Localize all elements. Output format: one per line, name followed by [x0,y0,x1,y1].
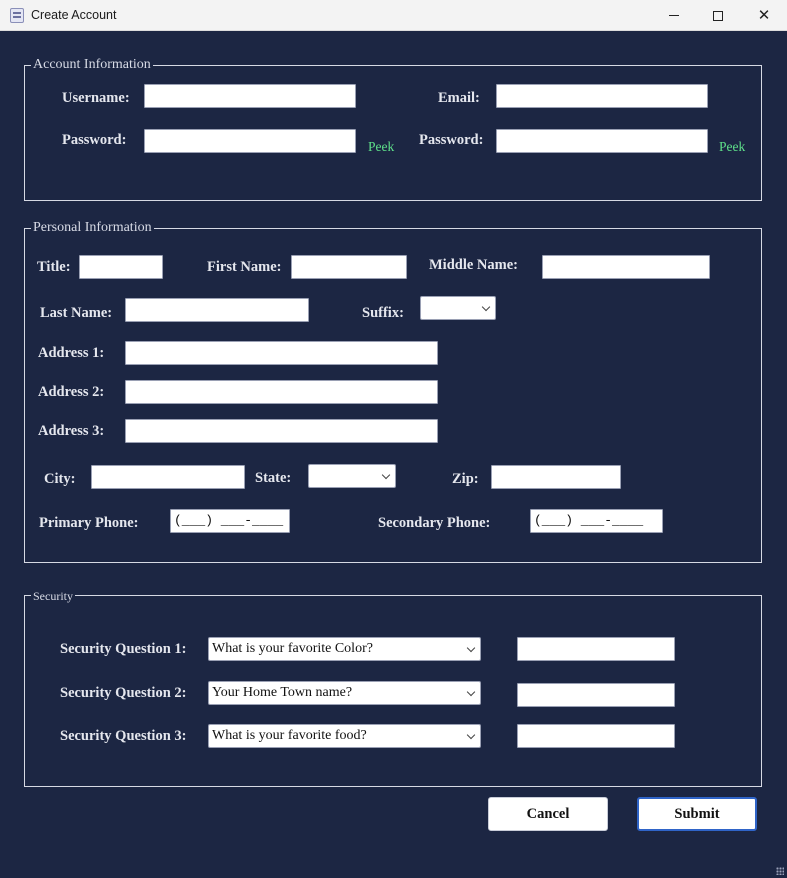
password-field[interactable] [144,129,356,153]
state-select[interactable] [308,464,396,488]
chevron-down-icon [466,643,476,653]
address3-field[interactable] [125,419,438,443]
security-answer-1-field[interactable] [517,637,675,661]
zip-field[interactable] [491,465,621,489]
primary-phone-field[interactable]: (___) ___-____ [170,509,290,533]
chevron-down-icon [381,470,391,480]
city-label: City: [44,471,76,487]
close-icon: ✕ [757,6,771,24]
primary-phone-label: Primary Phone: [39,515,139,531]
middle-name-label: Middle Name: [429,257,518,273]
chevron-down-icon [481,302,491,312]
email-label: Email: [438,90,480,106]
security-question-2-label: Security Question 2: [60,685,187,701]
security-question-1-label: Security Question 1: [60,641,187,657]
chevron-down-icon [466,687,476,697]
last-name-field[interactable] [125,298,309,322]
chevron-down-icon [466,730,476,740]
middle-name-field[interactable] [542,255,710,279]
security-question-2-select[interactable]: Your Home Town name? [208,681,481,705]
account-information-legend: Account Information [31,57,153,73]
close-button[interactable]: ✕ [741,0,787,31]
secondary-phone-field[interactable]: (___) ___-____ [530,509,663,533]
security-legend: Security [31,588,75,604]
address3-label: Address 3: [38,423,105,439]
state-label: State: [255,470,292,486]
address1-label: Address 1: [38,345,105,361]
username-field[interactable] [144,84,356,108]
security-answer-2-field[interactable] [517,683,675,707]
last-name-label: Last Name: [40,305,113,321]
security-question-1-select[interactable]: What is your favorite Color? [208,637,481,661]
resize-grip-icon[interactable] [776,867,784,875]
city-field[interactable] [91,465,245,489]
app-form-icon [10,8,24,23]
confirm-password-label: Password: [419,132,484,148]
password-label: Password: [62,132,127,148]
maximize-button[interactable] [695,0,741,31]
first-name-label: First Name: [207,259,282,275]
minimize-icon [669,15,679,16]
first-name-field[interactable] [291,255,407,279]
address1-field[interactable] [125,341,438,365]
title-field[interactable] [79,255,163,279]
security-question-3-select[interactable]: What is your favorite food? [208,724,481,748]
title-label: Title: [37,259,71,275]
suffix-label: Suffix: [362,305,404,321]
zip-label: Zip: [452,471,479,487]
security-answer-3-field[interactable] [517,724,675,748]
address2-field[interactable] [125,380,438,404]
security-question-3-label: Security Question 3: [60,728,187,744]
secondary-phone-label: Secondary Phone: [378,515,491,531]
suffix-select[interactable] [420,296,496,320]
cancel-button[interactable]: Cancel [488,797,608,831]
personal-information-legend: Personal Information [31,220,154,236]
window-title: Create Account [31,8,117,22]
peek-confirm-password-button[interactable]: Peek [719,139,745,155]
submit-button[interactable]: Submit [637,797,757,831]
title-bar[interactable]: Create Account ✕ [0,0,787,31]
maximize-icon [713,10,723,21]
minimize-button[interactable] [651,0,697,31]
email-field[interactable] [496,84,708,108]
username-label: Username: [62,90,130,106]
address2-label: Address 2: [38,384,105,400]
peek-password-button[interactable]: Peek [368,139,394,155]
confirm-password-field[interactable] [496,129,708,153]
